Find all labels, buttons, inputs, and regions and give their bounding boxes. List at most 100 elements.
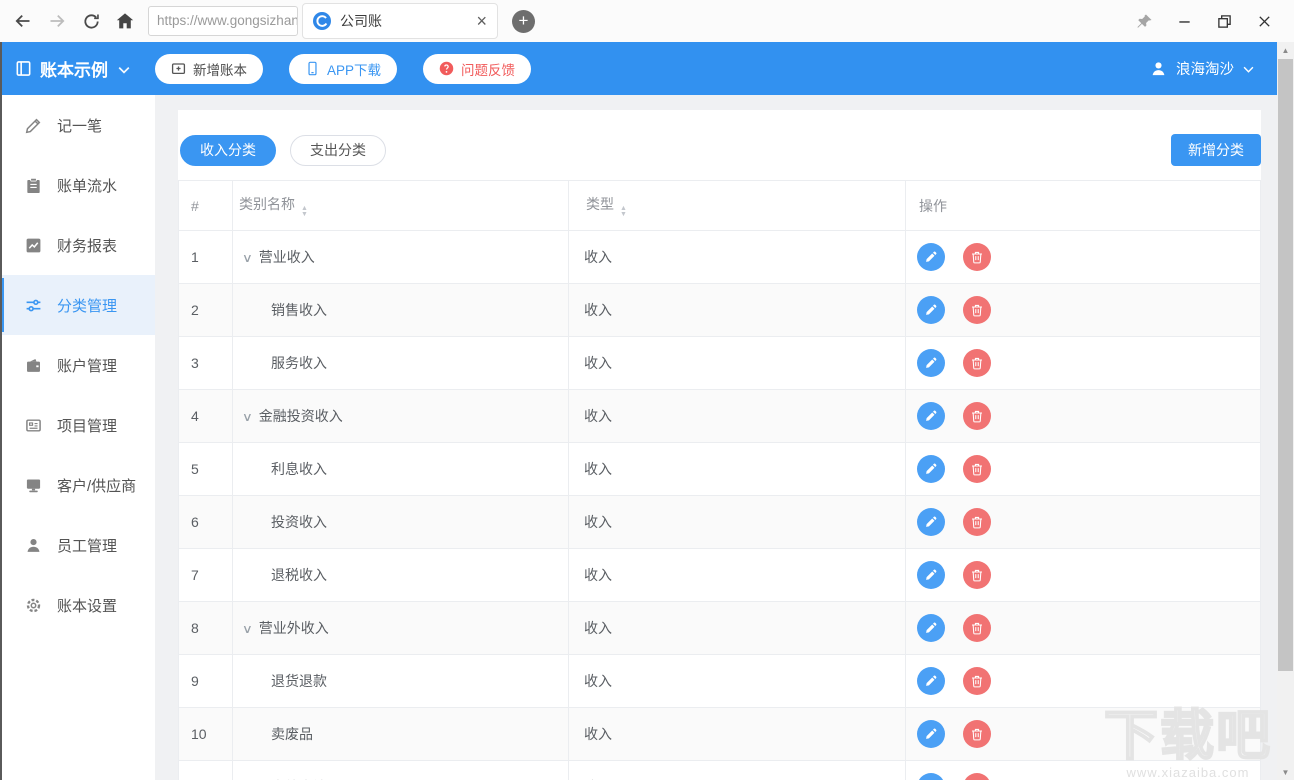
sort-icon[interactable]: ▲▼ — [620, 206, 627, 217]
main-content: 收入分类 支出分类 新增分类 #类别名称▲▼类型▲▼操作 1 ∨营业收入 收入 … — [155, 95, 1294, 780]
table-row: 6 ∨投资收入 收入 — [179, 496, 1261, 549]
column-header[interactable]: 类型▲▼ — [569, 181, 906, 231]
chevron-down-icon[interactable]: ∨ — [242, 622, 253, 636]
row-index: 8 — [179, 602, 233, 655]
delete-button[interactable] — [963, 667, 991, 695]
category-name-cell: ∨营业收入 — [233, 231, 569, 284]
column-header: 操作 — [906, 181, 1261, 231]
edit-button[interactable] — [917, 243, 945, 271]
table-row: 7 ∨退税收入 收入 — [179, 549, 1261, 602]
browser-tab[interactable]: 公司账 × — [302, 3, 498, 39]
delete-button[interactable] — [963, 243, 991, 271]
edit-button[interactable] — [917, 508, 945, 536]
tab-favicon-icon — [313, 12, 331, 30]
header-action-button[interactable]: 问题反馈 — [423, 54, 531, 84]
category-name-cell: ∨营业外收入 — [233, 602, 569, 655]
column-header[interactable]: 类别名称▲▼ — [233, 181, 569, 231]
home-icon[interactable] — [108, 4, 142, 38]
table-header-row: #类别名称▲▼类型▲▼操作 — [179, 181, 1261, 231]
category-type: 收入 — [569, 284, 906, 337]
category-name: 服务收入 — [271, 355, 327, 371]
category-type: 收入 — [569, 231, 906, 284]
sidebar-item[interactable]: 账本设置 — [0, 575, 155, 635]
close-button[interactable] — [1244, 4, 1284, 38]
sidebar-item[interactable]: 财务报表 — [0, 215, 155, 275]
row-actions — [906, 443, 1261, 496]
user-menu[interactable]: 浪海淘沙 — [1150, 58, 1254, 79]
delete-button[interactable] — [963, 296, 991, 324]
add-book-icon — [171, 61, 186, 76]
edit-button[interactable] — [917, 720, 945, 748]
table-body: 1 ∨营业收入 收入 2 ∨销售收入 收入 3 ∨服务收入 收入 4 ∨金融投资… — [179, 231, 1261, 780]
category-name-cell: ∨退货退款 — [233, 655, 569, 708]
chevron-down-icon[interactable]: ∨ — [242, 410, 253, 424]
url-text: https://www.gongsizhang.c — [157, 13, 298, 28]
scroll-up-icon[interactable]: ▲ — [1277, 42, 1294, 58]
sliders-icon — [25, 297, 42, 314]
tab-income-category[interactable]: 收入分类 — [180, 135, 276, 166]
delete-button[interactable] — [963, 614, 991, 642]
delete-button[interactable] — [963, 773, 991, 780]
table-row: 3 ∨服务收入 收入 — [179, 337, 1261, 390]
restore-button[interactable] — [1204, 4, 1244, 38]
edit-button[interactable] — [917, 667, 945, 695]
delete-button[interactable] — [963, 720, 991, 748]
edit-button[interactable] — [917, 296, 945, 324]
add-category-button[interactable]: 新增分类 — [1171, 134, 1261, 166]
sidebar-item[interactable]: 记一笔 — [0, 95, 155, 155]
sidebar-item[interactable]: 分类管理 — [0, 275, 155, 335]
tab-close-icon[interactable]: × — [476, 12, 487, 30]
reload-icon[interactable] — [74, 4, 108, 38]
user-icon — [1150, 60, 1167, 77]
row-index: 1 — [179, 231, 233, 284]
minimize-button[interactable] — [1164, 4, 1204, 38]
sidebar-item-label: 客户/供应商 — [57, 475, 136, 496]
row-actions — [906, 549, 1261, 602]
edit-button[interactable] — [917, 349, 945, 377]
sidebar-item-label: 项目管理 — [57, 415, 117, 436]
tab-expense-category[interactable]: 支出分类 — [290, 135, 386, 166]
window-left-edge — [0, 42, 2, 780]
category-name-cell: ∨卖废品 — [233, 708, 569, 761]
sidebar-item[interactable]: 账户管理 — [0, 335, 155, 395]
sidebar-item[interactable]: 员工管理 — [0, 515, 155, 575]
delete-button[interactable] — [963, 402, 991, 430]
header-action-button[interactable]: APP下载 — [289, 54, 397, 84]
category-name: 退税收入 — [271, 567, 327, 583]
chart-icon — [25, 237, 42, 254]
edit-button[interactable] — [917, 561, 945, 589]
category-type: 收入 — [569, 708, 906, 761]
sidebar-item[interactable]: 账单流水 — [0, 155, 155, 215]
edit-button[interactable] — [917, 773, 945, 780]
page-scrollbar[interactable]: ▲ ▼ — [1277, 42, 1294, 780]
edit-button[interactable] — [917, 402, 945, 430]
category-name-cell: ∨金融投资收入 — [233, 390, 569, 443]
forward-icon[interactable] — [40, 4, 74, 38]
sidebar-item[interactable]: 项目管理 — [0, 395, 155, 455]
ledger-switcher[interactable]: 账本示例 — [15, 56, 130, 81]
edit-button[interactable] — [917, 455, 945, 483]
window-controls — [1124, 4, 1284, 38]
sidebar-item[interactable]: 客户/供应商 — [0, 455, 155, 515]
delete-button[interactable] — [963, 561, 991, 589]
chevron-down-icon[interactable]: ∨ — [242, 251, 253, 265]
delete-button[interactable] — [963, 508, 991, 536]
delete-button[interactable] — [963, 455, 991, 483]
url-bar[interactable]: https://www.gongsizhang.c — [148, 6, 298, 36]
pin-icon[interactable] — [1124, 4, 1164, 38]
header-actions: 新增账本 APP下载 问题反馈 — [155, 54, 531, 84]
edit-button[interactable] — [917, 614, 945, 642]
delete-button[interactable] — [963, 349, 991, 377]
new-tab-button[interactable]: + — [512, 10, 535, 33]
card-icon — [25, 417, 42, 434]
scroll-down-icon[interactable]: ▼ — [1277, 764, 1294, 780]
category-table: #类别名称▲▼类型▲▼操作 1 ∨营业收入 收入 2 ∨销售收入 收入 3 ∨服… — [178, 180, 1261, 780]
row-index: 7 — [179, 549, 233, 602]
sort-icon[interactable]: ▲▼ — [301, 206, 308, 217]
category-name: 销售收入 — [271, 302, 327, 318]
back-icon[interactable] — [6, 4, 40, 38]
scrollbar-thumb[interactable] — [1278, 59, 1293, 671]
ledger-name: 账本示例 — [40, 56, 108, 81]
tab-title: 公司账 — [340, 11, 476, 31]
header-action-button[interactable]: 新增账本 — [155, 54, 263, 84]
